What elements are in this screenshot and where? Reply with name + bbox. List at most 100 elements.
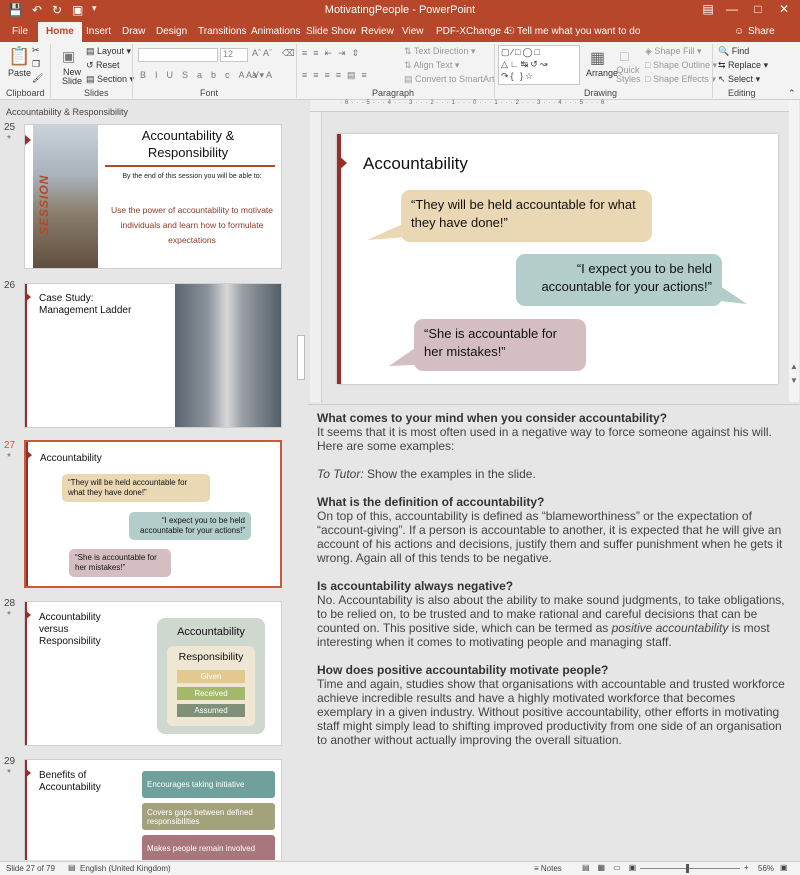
tab-design[interactable]: Design bbox=[156, 26, 187, 37]
tab-review[interactable]: Review bbox=[361, 26, 394, 37]
transition-star-icon: * bbox=[7, 768, 11, 779]
shape-effects-button[interactable]: □ Shape Effects ▾ bbox=[645, 74, 716, 85]
diagram-inner-box: Responsibility Given Received Assumed bbox=[167, 646, 255, 726]
slide-thumb-25[interactable]: SESSION Accountability & Responsibility … bbox=[24, 124, 282, 269]
benefit-item: Makes people remain involved bbox=[142, 835, 275, 860]
slide-thumb-intro: By the end of this session you will be a… bbox=[122, 173, 262, 180]
slide-thumb-27[interactable]: Accountability “They will be held accoun… bbox=[24, 440, 282, 588]
speech-bubble-3[interactable]: “She is accountable for her mistakes!” bbox=[414, 319, 586, 371]
share-button[interactable]: Share bbox=[748, 26, 775, 37]
zoom-slider[interactable] bbox=[640, 868, 740, 869]
shapes-gallery[interactable]: ▢∕□◯□ △∟↹↺↝ ↷{ }☆ bbox=[498, 45, 580, 85]
notes-emphasis: positive accountability bbox=[611, 621, 729, 635]
tab-pdf-xchange[interactable]: PDF-XChange 4 bbox=[436, 26, 509, 37]
thumbnail-scrollbar[interactable] bbox=[296, 120, 306, 860]
zoom-level[interactable]: 56% bbox=[758, 864, 774, 873]
convert-smartart-button[interactable]: ▤ Convert to SmartArt bbox=[404, 74, 495, 85]
thumb-speech-bubble-3: “She is accountable for her mistakes!” bbox=[69, 549, 171, 577]
diagram-outer-label: Accountability bbox=[177, 626, 245, 638]
tab-file[interactable]: File bbox=[12, 26, 28, 37]
accountability-diagram: Accountability Responsibility Given Rece… bbox=[157, 618, 265, 734]
zoom-in-icon[interactable]: + bbox=[744, 863, 749, 872]
notes-heading: How does positive accountability motivat… bbox=[317, 663, 609, 677]
slide-thumb-26[interactable]: Case Study: Management Ladder bbox=[24, 283, 282, 428]
tell-me-box[interactable]: Tell me what you want to do bbox=[517, 26, 640, 37]
tab-home[interactable]: Home bbox=[38, 22, 82, 42]
notes-heading: What comes to your mind when you conside… bbox=[317, 411, 668, 425]
benefit-item: Encourages taking initiative bbox=[142, 771, 275, 798]
minimize-icon[interactable]: — bbox=[720, 2, 744, 16]
notes-toggle[interactable]: ≡ Notes bbox=[534, 864, 562, 873]
notes-pane[interactable]: What comes to your mind when you conside… bbox=[308, 404, 800, 859]
cut-icon[interactable]: ✂ bbox=[32, 45, 40, 56]
language-indicator[interactable]: English (United Kingdom) bbox=[80, 864, 171, 873]
find-button[interactable]: 🔍 Find bbox=[718, 46, 749, 57]
slide-thumb-29[interactable]: Benefits of Accountability Encourages ta… bbox=[24, 759, 282, 860]
slide-scrollbar[interactable]: ▲ ▼ bbox=[789, 100, 799, 402]
quick-styles-button[interactable]: Quick Styles bbox=[616, 66, 641, 84]
slide-thumb-28[interactable]: Accountability versus Responsibility Acc… bbox=[24, 601, 282, 746]
collapse-ribbon-icon[interactable]: ⌃ bbox=[788, 88, 796, 99]
quick-styles-icon[interactable]: □ bbox=[620, 48, 628, 64]
notes-paragraph: On top of this, accountability is define… bbox=[317, 509, 783, 565]
tab-insert[interactable]: Insert bbox=[86, 26, 111, 37]
shape-outline-button[interactable]: □ Shape Outline ▾ bbox=[645, 60, 717, 71]
list-buttons[interactable]: ≡≡⇤⇥⇕ bbox=[302, 48, 365, 59]
text-direction-button[interactable]: ⇅ Text Direction ▾ bbox=[404, 46, 475, 57]
slide-number: 26 bbox=[4, 280, 16, 291]
maximize-icon[interactable]: □ bbox=[746, 2, 770, 16]
tab-view[interactable]: View bbox=[402, 26, 424, 37]
grow-font-icon[interactable]: Aˆ Aˇ bbox=[252, 48, 272, 58]
status-bar: Slide 27 of 79 ▤ English (United Kingdom… bbox=[0, 861, 800, 875]
tab-animations[interactable]: Animations bbox=[251, 26, 300, 37]
format-painter-icon[interactable]: 🖌 bbox=[32, 73, 43, 84]
slide-canvas[interactable]: Accountability “They will be held accoun… bbox=[337, 134, 778, 384]
spelling-icon[interactable]: ▤ bbox=[68, 863, 76, 872]
ribbon-display-icon[interactable]: ▤ bbox=[696, 2, 720, 16]
select-button[interactable]: ↖ Select ▾ bbox=[718, 74, 760, 85]
slide-thumbnail-pane[interactable]: 25 * SESSION Accountability & Responsibi… bbox=[0, 120, 294, 860]
align-text-button[interactable]: ⇅ Align Text ▾ bbox=[404, 60, 459, 71]
slide-number: 27 bbox=[4, 440, 16, 451]
fit-slide-icon[interactable]: ▣ bbox=[780, 863, 788, 872]
copy-icon[interactable]: ❐ bbox=[32, 59, 40, 70]
replace-button[interactable]: ⇆ Replace ▾ bbox=[718, 60, 768, 71]
window-title: MotivatingPeople - PowerPoint bbox=[324, 4, 476, 16]
notes-paragraph: Time and again, studies show that organi… bbox=[317, 677, 785, 747]
speech-bubble-2[interactable]: “I expect you to be held accountable for… bbox=[516, 254, 722, 306]
diagram-inner-label: Responsibility bbox=[178, 651, 244, 663]
reset-button[interactable]: ↺ Reset bbox=[86, 60, 120, 71]
group-editing: Editing bbox=[728, 88, 756, 98]
shape-fill-button[interactable]: ◈ Shape Fill ▾ bbox=[645, 46, 701, 57]
diagram-item: Assumed bbox=[177, 704, 245, 717]
paste-icon[interactable]: 📋 bbox=[8, 46, 30, 67]
close-icon[interactable]: ✕ bbox=[772, 2, 796, 16]
group-clipboard: Clipboard bbox=[6, 88, 45, 98]
transition-star-icon: * bbox=[7, 610, 11, 621]
tab-transitions[interactable]: Transitions bbox=[198, 26, 247, 37]
tab-draw[interactable]: Draw bbox=[122, 26, 145, 37]
new-slide-button[interactable]: New Slide bbox=[60, 68, 84, 86]
clear-format-icon[interactable]: ⌫ bbox=[282, 48, 295, 59]
tab-slide-show[interactable]: Slide Show bbox=[306, 26, 356, 37]
zoom-slider-thumb[interactable] bbox=[686, 864, 689, 873]
notes-heading: What is the definition of accountability… bbox=[317, 495, 545, 509]
transition-star-icon: * bbox=[7, 134, 11, 145]
font-color-icon[interactable]: Aa ▾ A bbox=[246, 70, 272, 81]
slide-thumb-title: Case Study: Management Ladder bbox=[39, 293, 132, 316]
arrange-button[interactable]: Arrange bbox=[586, 68, 618, 78]
font-size-box[interactable]: 12 bbox=[220, 48, 248, 62]
layout-button[interactable]: ▤ Layout ▾ bbox=[86, 46, 131, 57]
user-icon: ☺ bbox=[734, 26, 745, 37]
zoom-out-icon[interactable]: − bbox=[630, 863, 635, 872]
paste-button[interactable]: Paste bbox=[8, 68, 31, 78]
speech-bubble-1[interactable]: “They will be held accountable for what … bbox=[401, 190, 652, 242]
horizontal-ruler: ·6···5···4···3···2···1···0···1···2···3··… bbox=[310, 100, 798, 112]
arrange-icon[interactable]: ▦ bbox=[590, 48, 605, 68]
section-button[interactable]: ▤ Section ▾ bbox=[86, 74, 134, 85]
breadcrumb: Accountability & Responsibility bbox=[6, 107, 129, 117]
align-buttons[interactable]: ≡≡≡≡▤≡ bbox=[302, 70, 373, 81]
slide-thumb-title: Benefits of Accountability bbox=[39, 770, 101, 793]
new-slide-icon[interactable]: ▣ bbox=[62, 48, 75, 65]
font-name-box[interactable] bbox=[138, 48, 218, 62]
